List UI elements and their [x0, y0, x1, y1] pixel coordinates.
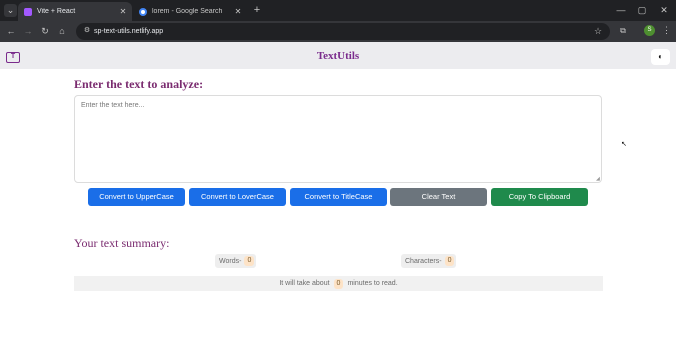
lowercase-button[interactable]: Convert to LoverCase: [189, 188, 286, 206]
home-icon[interactable]: ⌂: [56, 25, 68, 37]
app-navbar: T TextUtils ◐: [0, 42, 676, 69]
titlecase-button[interactable]: Convert to TitleCase: [290, 188, 387, 206]
star-icon[interactable]: ☆: [592, 25, 604, 37]
characters-label: Characters-: [405, 257, 442, 265]
words-label: Words-: [219, 257, 242, 265]
copy-button[interactable]: Copy To Clipboard: [491, 188, 588, 206]
tab-vite-react[interactable]: Vite + React ✕: [18, 2, 132, 21]
arrow-left-icon[interactable]: ←: [5, 25, 17, 37]
uppercase-button[interactable]: Convert to UpperCase: [88, 188, 185, 206]
vite-icon: [24, 7, 32, 16]
avatar[interactable]: S: [644, 25, 655, 36]
words-count-badge: 0: [244, 256, 255, 266]
characters-stat: Characters- 0: [401, 254, 457, 268]
characters-count-badge: 0: [444, 256, 455, 266]
tab-title: lorem - Google Search: [152, 8, 223, 15]
url-text: sp-text-utils.netlify.app: [94, 28, 164, 35]
plus-icon[interactable]: +: [251, 4, 263, 16]
address-bar[interactable]: ⚙ sp-text-utils.netlify.app ☆: [76, 23, 610, 40]
words-stat: Words- 0: [215, 254, 257, 268]
tab-title: Vite + React: [37, 8, 76, 15]
chevron-down-icon[interactable]: ⌄: [4, 4, 17, 17]
read-time-suffix: minutes to read.: [347, 280, 398, 287]
puzzle-icon[interactable]: ⧉: [617, 25, 629, 37]
browser-tab-strip: ⌄ Vite + React ✕ lorem - Google Search ✕…: [0, 0, 676, 21]
clear-button[interactable]: Clear Text: [390, 188, 487, 206]
brand-title[interactable]: TextUtils: [0, 50, 676, 62]
moon-icon: ◐: [658, 52, 663, 61]
close-window-icon[interactable]: ✕: [654, 3, 674, 17]
browser-toolbar: ← → ↻ ⌂ ⚙ sp-text-utils.netlify.app ☆: [0, 21, 676, 42]
read-minutes-badge: 0: [333, 278, 344, 289]
close-icon[interactable]: ✕: [118, 7, 128, 16]
close-icon[interactable]: ✕: [233, 7, 243, 16]
maximize-icon[interactable]: ▢: [632, 3, 652, 17]
mouse-cursor-icon: ↖: [621, 141, 627, 148]
minimize-icon[interactable]: —: [611, 3, 631, 17]
summary-heading: Your text summary:: [74, 236, 170, 250]
arrow-right-icon[interactable]: →: [22, 25, 34, 37]
page-title: Enter the text to analyze:: [74, 77, 204, 91]
kebab-icon[interactable]: ⋮: [662, 24, 671, 37]
read-time-bar: It will take about 0 minutes to read.: [74, 276, 603, 291]
text-input[interactable]: [74, 95, 602, 183]
tune-icon[interactable]: ⚙: [82, 26, 92, 36]
resize-handle-icon[interactable]: ◢: [596, 177, 601, 182]
tab-google-search[interactable]: lorem - Google Search ✕: [133, 2, 247, 21]
reload-icon[interactable]: ↻: [39, 25, 51, 37]
read-time-prefix: It will take about: [279, 280, 330, 287]
theme-toggle-button[interactable]: ◐: [651, 49, 670, 65]
google-icon: [139, 7, 147, 16]
